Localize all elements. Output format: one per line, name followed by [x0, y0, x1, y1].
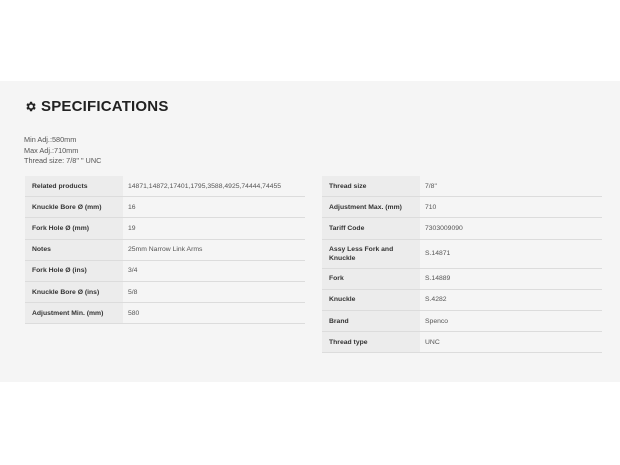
table-row: Knuckle Bore Ø (ins) 5/8 [25, 281, 305, 304]
spec-value: 25mm Narrow Link Arms [123, 239, 305, 261]
table-row: Fork Hole Ø (ins) 3/4 [25, 260, 305, 282]
table-row: Tariff Code 7303009090 [322, 217, 602, 240]
spec-value: 580 [123, 302, 305, 325]
spec-label: Notes [25, 239, 123, 261]
spec-label: Brand [322, 310, 420, 333]
table-row: Fork S.14889 [322, 268, 602, 290]
summary-thread-size: Thread size: 7/8" " UNC [24, 156, 102, 165]
spec-label: Fork Hole Ø (mm) [25, 217, 123, 240]
table-row: Knuckle Bore Ø (mm) 16 [25, 196, 305, 219]
summary-min-adj: Min Adj.:580mm [24, 135, 77, 144]
summary-max-adj: Max Adj.:710mm [24, 145, 79, 155]
spec-value: UNC [420, 331, 602, 354]
spec-label: Fork Hole Ø (ins) [25, 260, 123, 282]
table-row: Brand Spenco [322, 310, 602, 333]
table-row: Thread size 7/8" [322, 176, 602, 198]
spec-value: 3/4 [123, 260, 305, 282]
table-row: Adjustment Max. (mm) 710 [322, 196, 602, 219]
spec-label: Adjustment Min. (mm) [25, 302, 123, 325]
spec-value: 710 [420, 196, 602, 219]
table-row: Thread type UNC [322, 331, 602, 354]
spec-label: Assy Less Fork and Knuckle [322, 239, 420, 269]
table-row: Adjustment Min. (mm) 580 [25, 302, 305, 325]
spec-value: 16 [123, 196, 305, 219]
spec-value: 7/8" [420, 176, 602, 198]
spec-value: 19 [123, 217, 305, 240]
spec-label: Related products [25, 176, 123, 198]
section-heading: SPECIFICATIONS [24, 97, 169, 115]
spec-value: S.14871 [420, 239, 602, 269]
spec-label: Knuckle Bore Ø (mm) [25, 196, 123, 219]
gear-icon [24, 100, 37, 113]
spec-label: Knuckle Bore Ø (ins) [25, 281, 123, 304]
spec-label: Thread type [322, 331, 420, 354]
spec-label: Knuckle [322, 289, 420, 311]
spec-value: Spenco [420, 310, 602, 333]
specs-table-left: Related products 14871,14872,17401,1795,… [25, 176, 305, 325]
table-row: Knuckle S.4282 [322, 289, 602, 311]
spec-value: S.14889 [420, 268, 602, 290]
spec-label: Tariff Code [322, 217, 420, 240]
table-row: Assy Less Fork and Knuckle S.14871 [322, 239, 602, 269]
spec-value: S.4282 [420, 289, 602, 311]
table-row: Notes 25mm Narrow Link Arms [25, 239, 305, 261]
section-title: SPECIFICATIONS [41, 97, 169, 115]
spec-label: Fork [322, 268, 420, 290]
table-row: Fork Hole Ø (mm) 19 [25, 217, 305, 240]
spec-value: 7303009090 [420, 217, 602, 240]
table-row: Related products 14871,14872,17401,1795,… [25, 176, 305, 198]
spec-value: 5/8 [123, 281, 305, 304]
spec-value: 14871,14872,17401,1795,3588,4925,74444,7… [123, 176, 305, 198]
specs-table-right: Thread size 7/8" Adjustment Max. (mm) 71… [322, 176, 602, 354]
spec-label: Thread size [322, 176, 420, 198]
spec-label: Adjustment Max. (mm) [322, 196, 420, 219]
summary-block: Min Adj.:580mm Max Adj.:710mm Thread siz… [24, 135, 101, 167]
